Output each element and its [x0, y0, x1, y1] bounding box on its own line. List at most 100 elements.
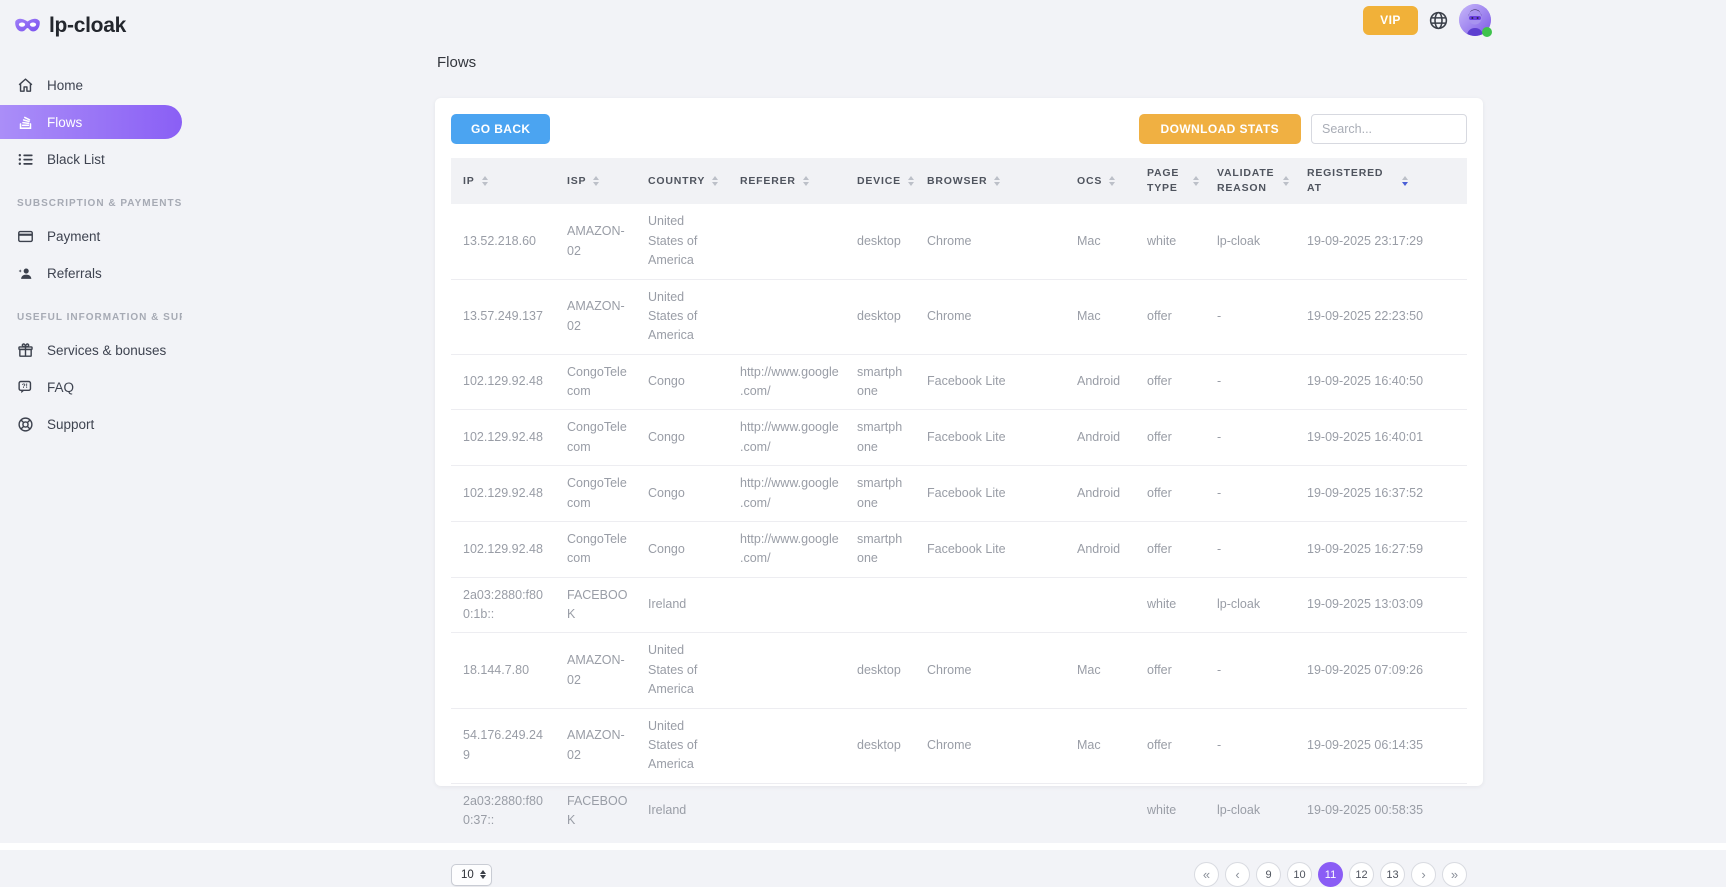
sort-icon: [803, 176, 809, 186]
sidebar-section-support: USEFUL INFORMATION & SUPPORT: [17, 312, 182, 323]
cell-browser: Facebook Lite: [915, 410, 1065, 466]
cell-device: desktop: [845, 204, 915, 279]
cell-page-type: offer: [1135, 354, 1205, 410]
cell-registered-at: 19-09-2025 16:37:52: [1295, 466, 1467, 522]
cell-country: Congo: [636, 466, 728, 522]
table-row: 13.57.249.137AMAZON-02United States of A…: [451, 279, 1467, 354]
cell-country: United States of America: [636, 279, 728, 354]
cell-browser: Chrome: [915, 633, 1065, 708]
cell-registered-at: 19-09-2025 16:27:59: [1295, 521, 1467, 577]
brand-logo[interactable]: lp-cloak: [14, 14, 182, 38]
download-stats-button[interactable]: DOWNLOAD STATS: [1139, 114, 1301, 144]
cell-referer: http://www.google.com/: [728, 466, 845, 522]
cell-ip: 2a03:2880:f800:1b::: [451, 577, 555, 633]
lifebuoy-icon: [17, 416, 34, 433]
column-header-referer[interactable]: REFERER: [728, 158, 845, 204]
page-13-button[interactable]: 13: [1380, 862, 1405, 887]
page-11-button[interactable]: 11: [1318, 862, 1343, 887]
cell-ocs: Mac: [1065, 708, 1135, 783]
cell-country: Ireland: [636, 577, 728, 633]
cell-page-type: white: [1135, 204, 1205, 279]
first-page-button[interactable]: «: [1194, 862, 1219, 887]
table-header-row: IPISP COUNTRY REFERER DEVICEBROWSER OCS PAGE …: [451, 158, 1467, 204]
section-label: SUBSCRIPTION & PAYMENTS: [17, 198, 182, 209]
cell-validate-reason: lp-cloak: [1205, 577, 1295, 633]
page-size-select[interactable]: 10: [451, 864, 492, 886]
cell-isp: AMAZON-02: [555, 279, 636, 354]
table-row: 102.129.92.48CongoTelecomCongohttp://www…: [451, 521, 1467, 577]
pagination-bar: 10 «‹910111213›»: [451, 862, 1467, 887]
cell-isp: AMAZON-02: [555, 633, 636, 708]
cell-ip: 102.129.92.48: [451, 521, 555, 577]
sidebar-item-label: Home: [47, 78, 83, 93]
last-page-button[interactable]: »: [1442, 862, 1467, 887]
language-globe-button[interactable]: [1428, 10, 1449, 31]
column-header-country[interactable]: COUNTRY: [636, 158, 728, 204]
next-page-button[interactable]: ›: [1411, 862, 1436, 887]
cell-ocs: [1065, 783, 1135, 838]
cell-ip: 18.144.7.80: [451, 633, 555, 708]
cell-page-type: offer: [1135, 521, 1205, 577]
sidebar-item-label: Referrals: [47, 266, 102, 281]
page-9-button[interactable]: 9: [1256, 862, 1281, 887]
cell-isp: AMAZON-02: [555, 708, 636, 783]
column-header-page-type[interactable]: PAGE TYPE: [1135, 158, 1205, 204]
sidebar-item-flows[interactable]: Flows: [0, 105, 182, 139]
cell-isp: CongoTelecom: [555, 466, 636, 522]
svg-text:?!: ?!: [22, 383, 28, 390]
cell-referer: http://www.google.com/: [728, 354, 845, 410]
topbar-actions: VIP: [1363, 4, 1491, 36]
column-label: REFERER: [740, 174, 796, 189]
sidebar-item-payment[interactable]: Payment: [0, 219, 182, 253]
sidebar-item-faq[interactable]: ?! FAQ: [0, 370, 182, 404]
column-label: OCS: [1077, 174, 1102, 189]
sidebar-item-label: Black List: [47, 152, 105, 167]
pager: «‹910111213›»: [1194, 862, 1467, 887]
cell-ocs: Mac: [1065, 633, 1135, 708]
cell-browser: Facebook Lite: [915, 466, 1065, 522]
search-input[interactable]: [1311, 114, 1467, 144]
table-row: 102.129.92.48CongoTelecomCongohttp://www…: [451, 354, 1467, 410]
page-12-button[interactable]: 12: [1349, 862, 1374, 887]
cell-isp: CongoTelecom: [555, 410, 636, 466]
cell-validate-reason: -: [1205, 708, 1295, 783]
column-header-device[interactable]: DEVICE: [845, 158, 915, 204]
sidebar-item-home[interactable]: Home: [0, 68, 182, 102]
column-header-ocs[interactable]: OCS: [1065, 158, 1135, 204]
sidebar-item-support[interactable]: Support: [0, 407, 182, 441]
sidebar-item-referrals[interactable]: Referrals: [0, 256, 182, 290]
prev-page-button[interactable]: ‹: [1225, 862, 1250, 887]
column-header-ip[interactable]: IP: [451, 158, 555, 204]
cell-validate-reason: -: [1205, 279, 1295, 354]
sort-icon: [712, 176, 718, 186]
go-back-button[interactable]: GO BACK: [451, 114, 550, 144]
cell-device: [845, 783, 915, 838]
page-10-button[interactable]: 10: [1287, 862, 1312, 887]
column-header-isp[interactable]: ISP: [555, 158, 636, 204]
cell-registered-at: 19-09-2025 16:40:50: [1295, 354, 1467, 410]
cell-ocs: Android: [1065, 466, 1135, 522]
section-label: USEFUL INFORMATION & SUPPORT: [17, 312, 182, 323]
sidebar-section-subscription: SUBSCRIPTION & PAYMENTS: [17, 198, 182, 209]
cell-isp: CongoTelecom: [555, 521, 636, 577]
cell-ip: 54.176.249.249: [451, 708, 555, 783]
cell-ip: 102.129.92.48: [451, 466, 555, 522]
page-title: Flows: [437, 54, 476, 71]
column-header-registered-at[interactable]: REGISTERED AT: [1295, 158, 1467, 204]
cell-country: Congo: [636, 354, 728, 410]
user-avatar[interactable]: [1459, 4, 1491, 36]
cell-referer: [728, 279, 845, 354]
cell-isp: AMAZON-02: [555, 204, 636, 279]
cell-device: smartphone: [845, 410, 915, 466]
column-label: COUNTRY: [648, 174, 705, 189]
cell-validate-reason: lp-cloak: [1205, 204, 1295, 279]
cell-country: United States of America: [636, 708, 728, 783]
column-header-browser[interactable]: BROWSER: [915, 158, 1065, 204]
sidebar-item-black-list[interactable]: Black List: [0, 142, 182, 176]
cell-device: smartphone: [845, 466, 915, 522]
cell-ocs: Android: [1065, 410, 1135, 466]
vip-button[interactable]: VIP: [1363, 6, 1418, 35]
cell-browser: Chrome: [915, 204, 1065, 279]
column-header-validate-reason[interactable]: VALIDATE REASON: [1205, 158, 1295, 204]
sidebar-item-services-bonuses[interactable]: Services & bonuses: [0, 333, 182, 367]
